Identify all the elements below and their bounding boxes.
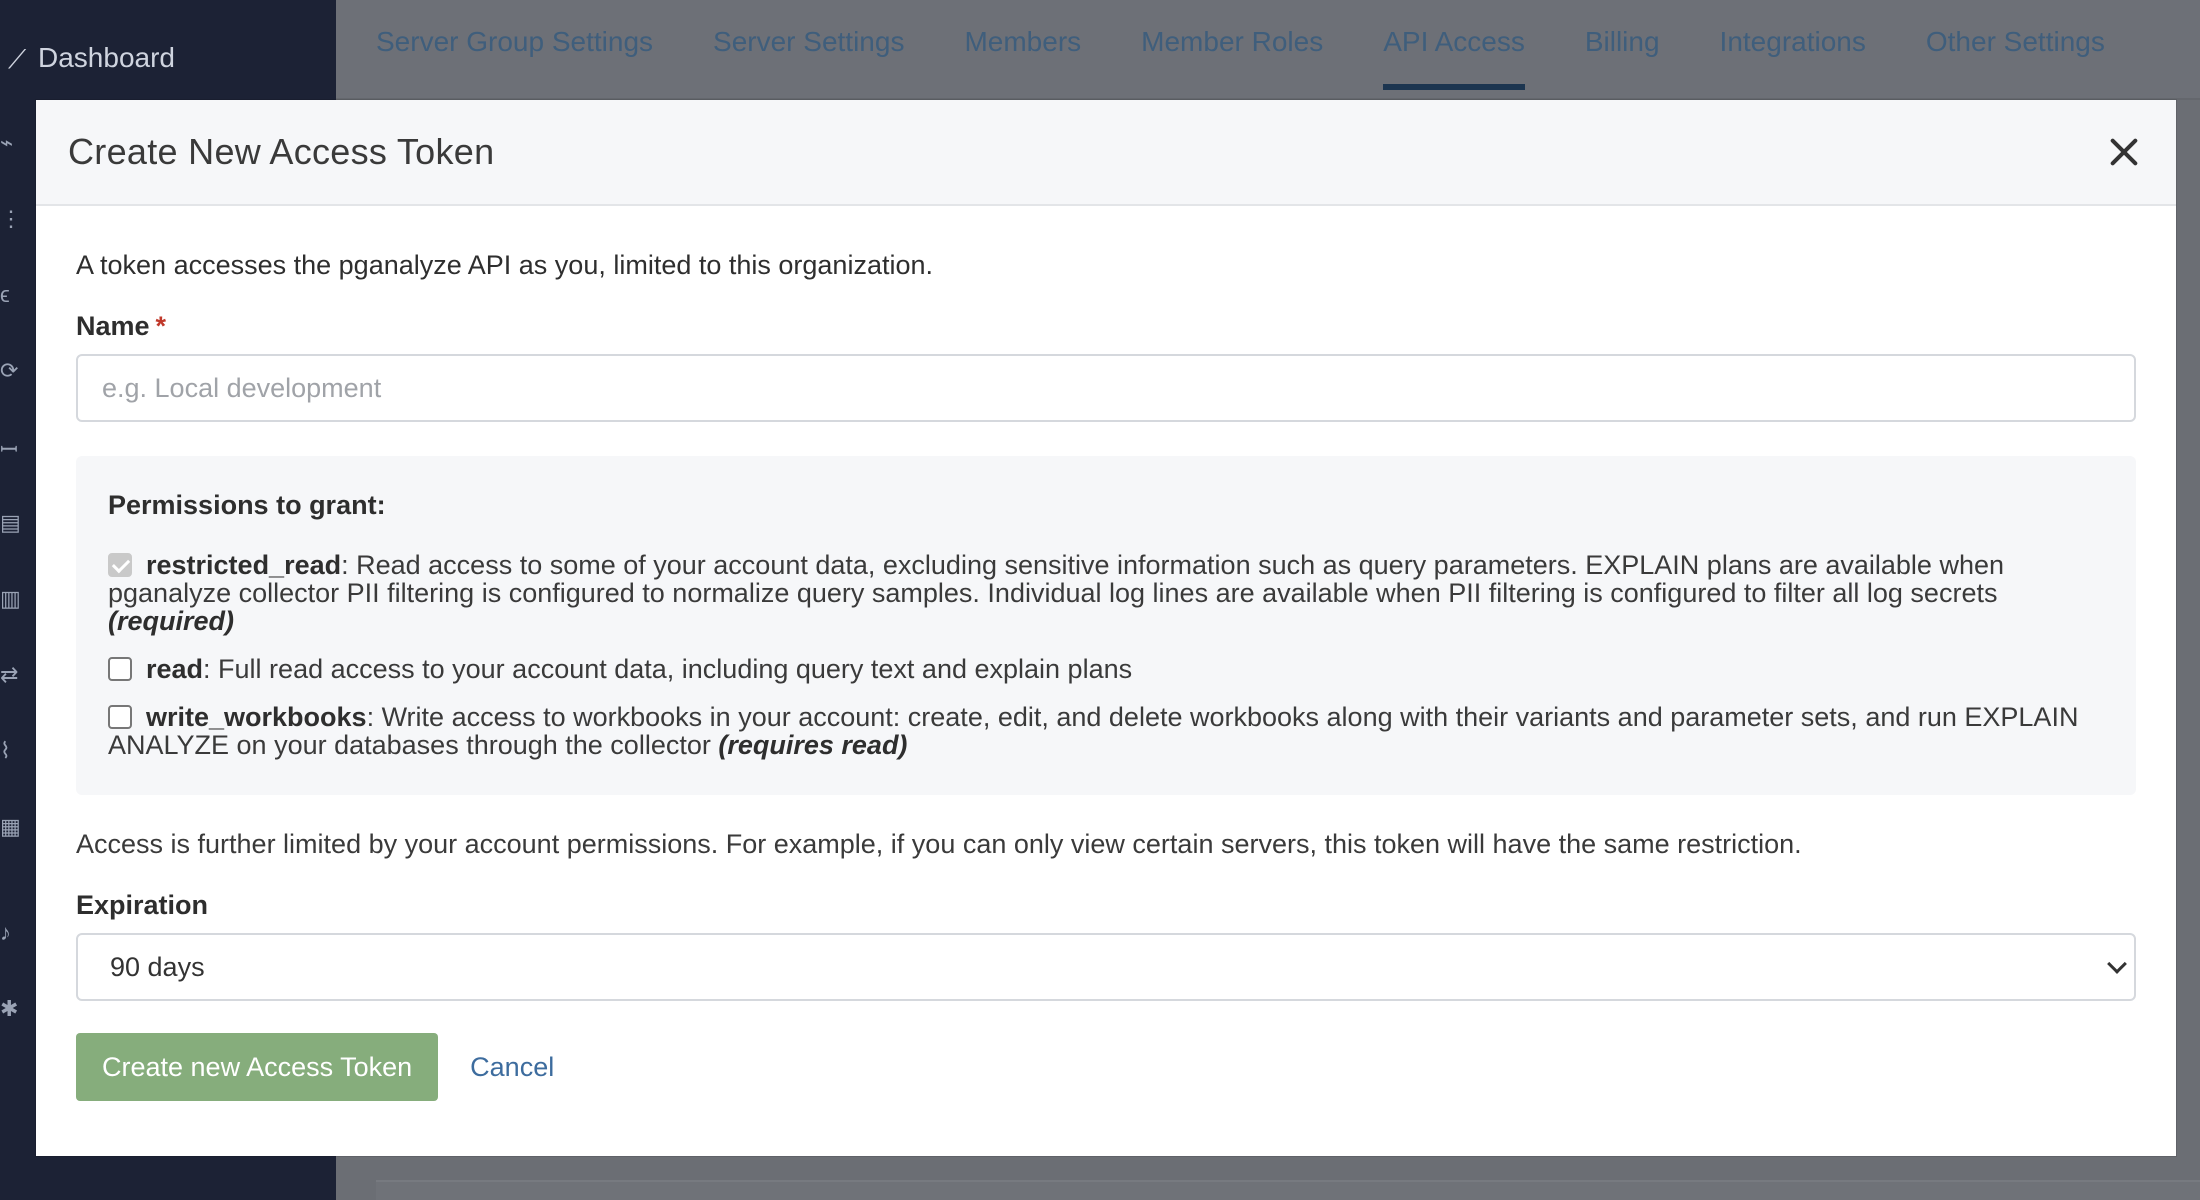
permission-description: : Full read access to your account data,… [203,654,1133,684]
modal-title: Create New Access Token [68,131,495,172]
tab-api-access[interactable]: API Access [1383,0,1525,92]
settings-tabs: Server Group Settings Server Settings Me… [376,0,2165,92]
expiration-selected-value: 90 days [110,951,205,982]
expiration-select[interactable]: 90 days [76,933,2136,1001]
create-token-modal: Create New Access Token A token accesses… [36,100,2176,1156]
cancel-link[interactable]: Cancel [470,1052,554,1083]
close-icon[interactable] [2104,132,2144,172]
tab-integrations[interactable]: Integrations [1720,0,1866,92]
restricted-read-checkbox[interactable] [108,553,132,577]
log-icon[interactable]: ▥ [0,586,21,611]
create-token-button[interactable]: Create new Access Token [76,1033,439,1101]
tab-member-roles[interactable]: Member Roles [1141,0,1323,92]
background-card [376,1180,2200,1200]
database-icon[interactable]: ▦ [0,814,21,839]
more-icon[interactable]: ⋮ [0,206,22,231]
name-label: Name * [76,311,2136,342]
modal-header: Create New Access Token [36,100,2176,206]
permission-note: (required) [108,606,235,636]
sidebar-item-dashboard[interactable]: ⟋ Dashboard [8,42,175,74]
chart-icon[interactable]: ⌁ [0,130,14,155]
dashboard-icon: ⟋ [8,44,27,74]
permission-note: (requires read) [718,730,908,760]
intro-text: A token accesses the pganalyze API as yo… [76,250,933,280]
tab-server-settings[interactable]: Server Settings [713,0,904,92]
permission-description: : Write access to workbooks in your acco… [108,702,2079,760]
permission-read: read: Full read access to your account d… [108,655,2104,683]
tab-other-settings[interactable]: Other Settings [1926,0,2105,92]
transfer-icon[interactable]: ⇄ [0,662,18,687]
bell-icon[interactable]: ♪ [0,920,14,945]
permission-description: : Read access to some of your account da… [108,550,2004,608]
expiration-label: Expiration [76,890,209,920]
permission-write-workbooks: write_workbooks: Write access to workboo… [108,703,2104,759]
sidebar-item-label: Dashboard [38,42,175,73]
permission-name: restricted_read [146,550,342,580]
read-checkbox[interactable] [108,657,132,681]
name-label-text: Name [76,311,150,341]
tab-server-group-settings[interactable]: Server Group Settings [376,0,653,92]
table-icon[interactable]: ▤ [0,510,21,535]
gear-icon[interactable]: ✱ [0,996,18,1021]
permission-name: read [146,654,204,684]
query-icon[interactable]: ꟷ [0,434,18,462]
write-workbooks-checkbox[interactable] [108,705,132,729]
modal-actions: Create new Access Token Cancel [76,1033,2136,1101]
chevron-down-icon [2107,954,2127,974]
permissions-heading: Permissions to grant: [108,490,386,520]
refresh-icon[interactable]: ⟳ [0,358,18,383]
access-limit-text: Access is further limited by your accoun… [76,829,1802,859]
permission-restricted-read: restricted_read: Read access to some of … [108,551,2104,635]
modal-body: A token accesses the pganalyze API as yo… [36,206,2176,1101]
tab-billing[interactable]: Billing [1585,0,1660,92]
permission-name: write_workbooks [146,702,367,732]
permissions-box: Permissions to grant: restricted_read: R… [76,456,2136,795]
tab-members[interactable]: Members [964,0,1081,92]
tool-icon[interactable]: ⌇ [0,738,14,763]
required-marker: * [155,311,167,341]
graph-icon[interactable]: ϵ [0,282,14,307]
name-input[interactable] [76,354,2136,422]
